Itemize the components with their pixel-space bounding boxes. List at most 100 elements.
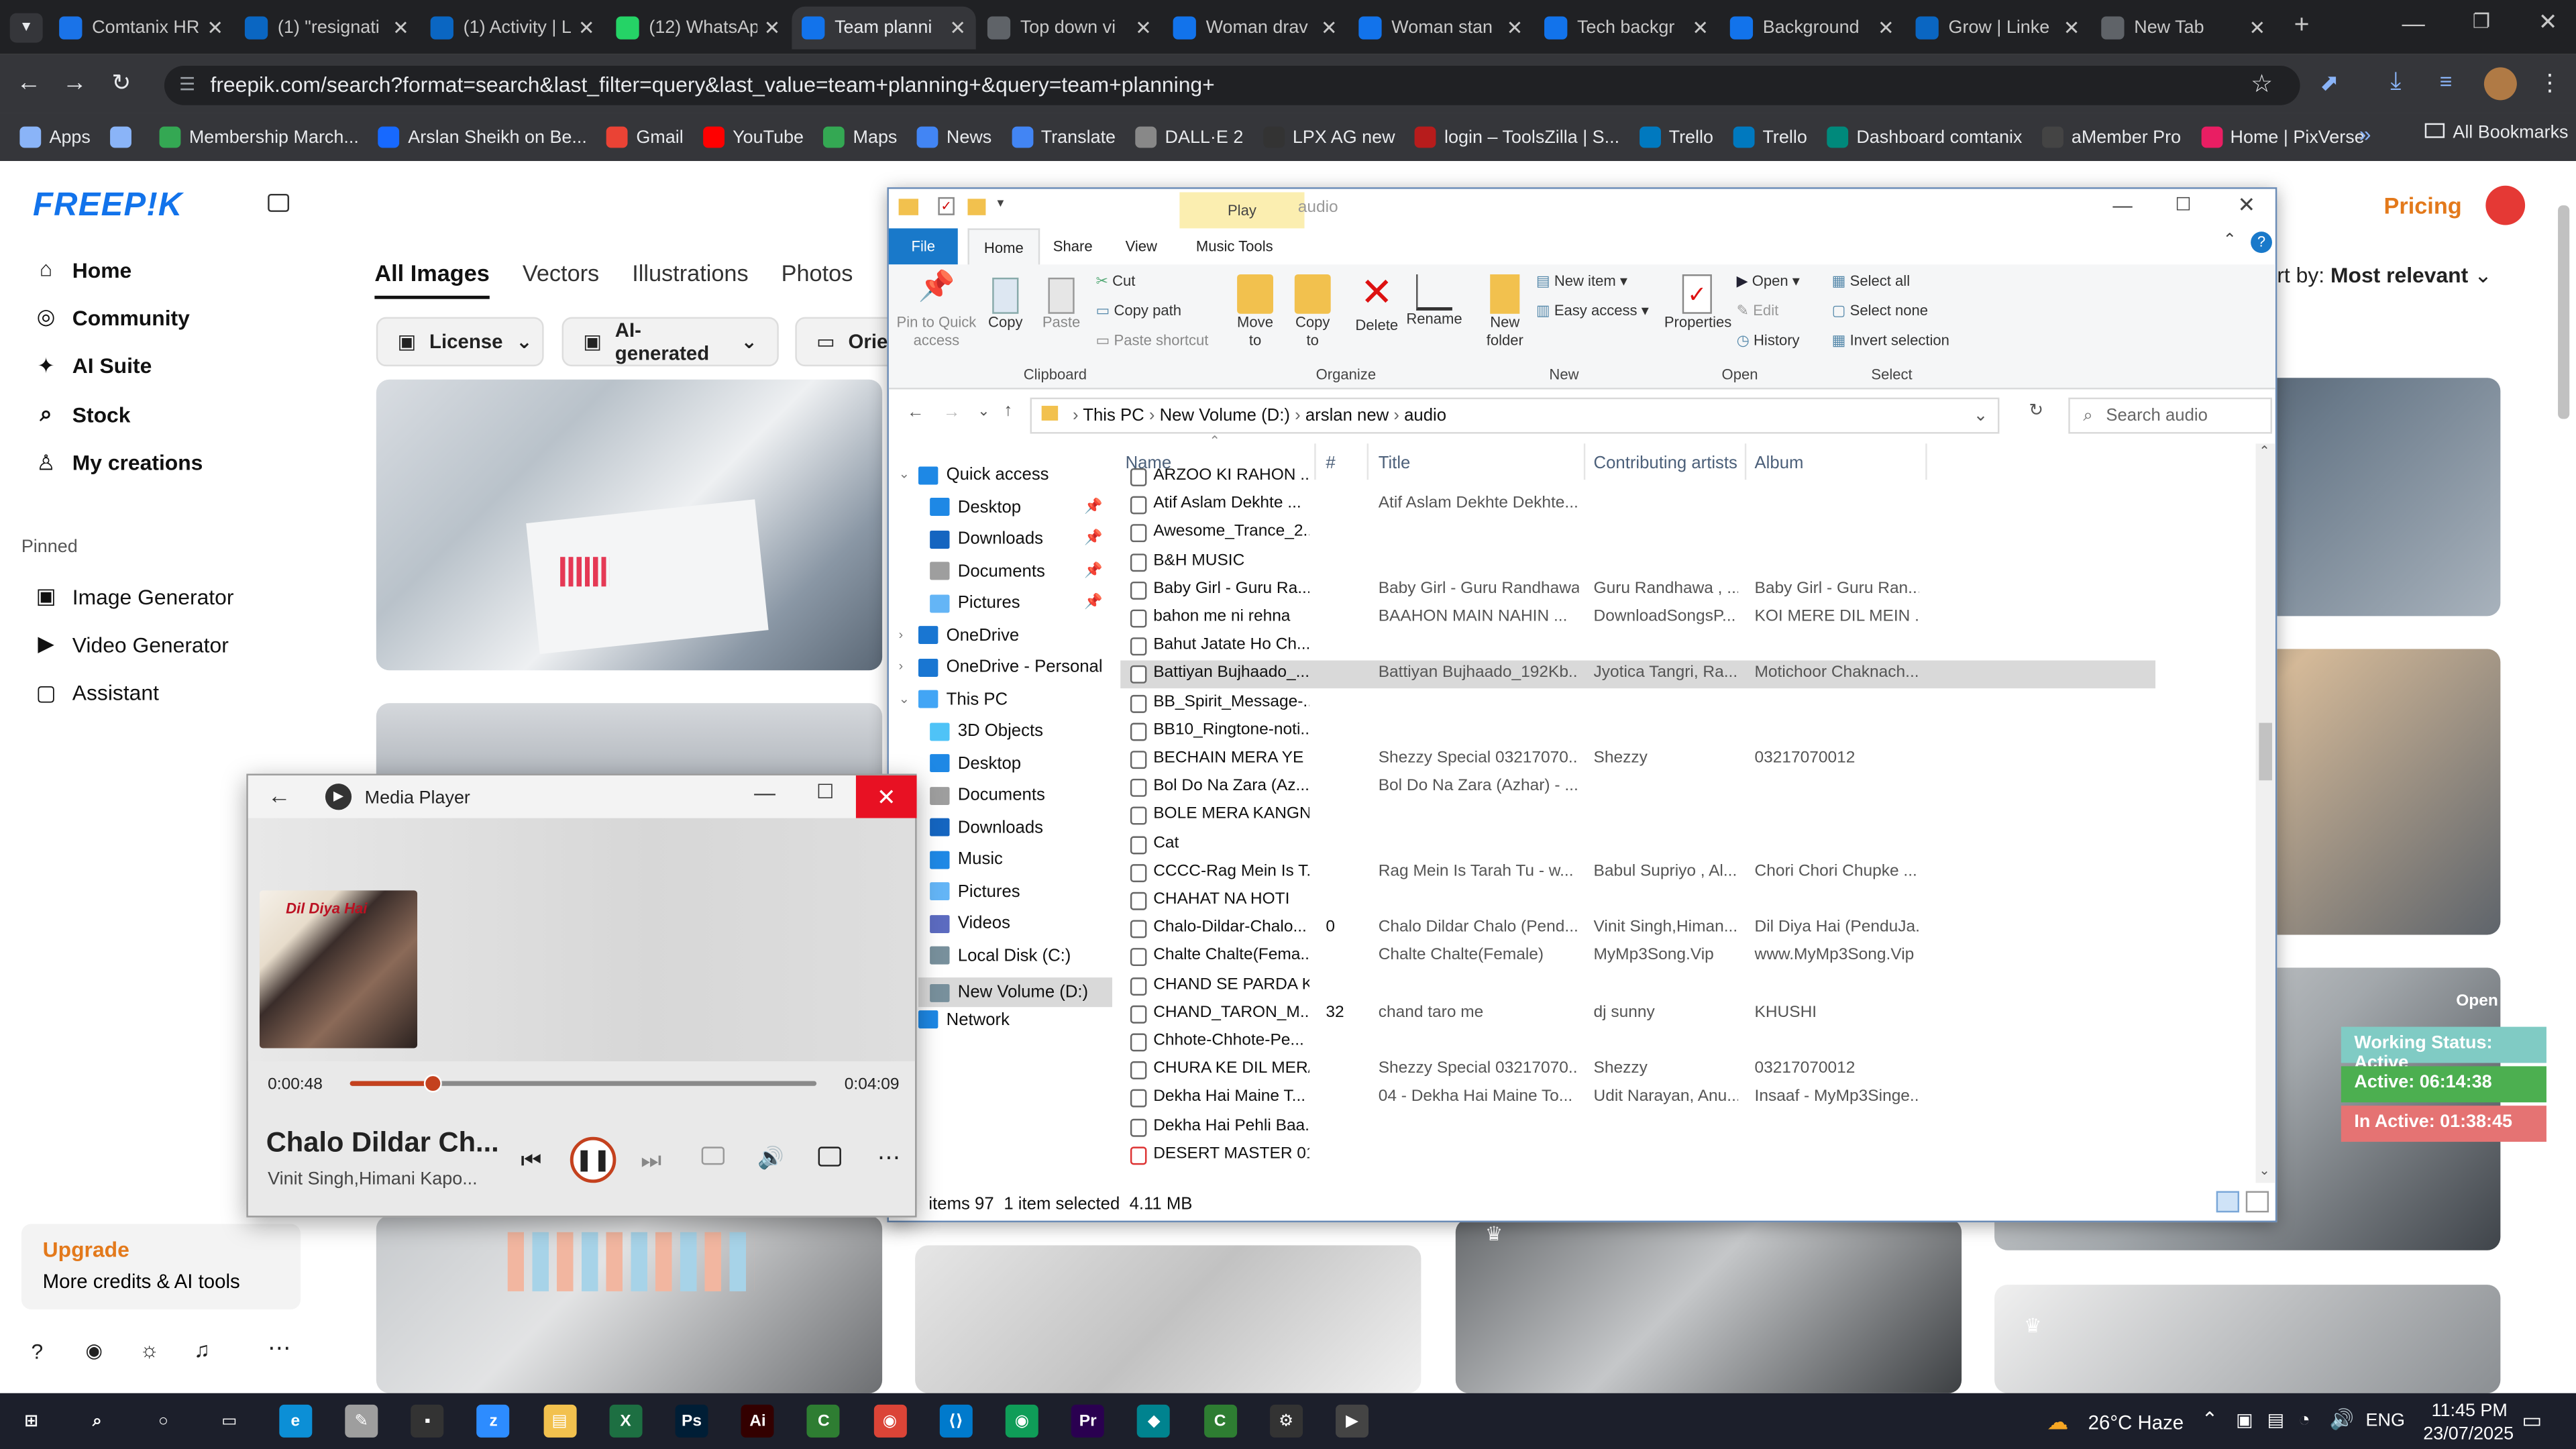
scroll-thumb[interactable]: [2259, 722, 2272, 781]
edit-button[interactable]: ✎ Edit: [1737, 303, 1779, 321]
close-tab-icon[interactable]: ✕: [207, 16, 223, 39]
task-view-icon[interactable]: ▭: [213, 1405, 246, 1438]
seek-bar[interactable]: [350, 1074, 817, 1093]
play-contextual-tab[interactable]: Play: [1179, 192, 1305, 229]
copy-button[interactable]: Copy: [984, 277, 1027, 332]
language-indicator[interactable]: ENG: [2366, 1411, 2405, 1431]
nav-pane-item[interactable]: Music: [930, 849, 1003, 869]
open-app-link[interactable]: Open App ↗: [2456, 992, 2552, 1010]
tab-share[interactable]: Share: [1053, 228, 1093, 264]
media-player-icon[interactable]: ▶: [1336, 1404, 1369, 1438]
downloads-icon[interactable]: ⤓: [2390, 67, 2401, 95]
chrome-icon[interactable]: ◉: [873, 1404, 906, 1438]
close-tab-icon[interactable]: ✕: [2063, 16, 2080, 39]
maximize-icon[interactable]: ☐: [816, 780, 834, 803]
bookmark-item[interactable]: DALL·E 2: [1135, 126, 1243, 148]
qat-folder-icon[interactable]: [898, 199, 918, 215]
close-tab-icon[interactable]: ✕: [1507, 16, 1523, 39]
minimize-icon[interactable]: —: [754, 780, 775, 805]
miniplayer-icon[interactable]: [818, 1146, 841, 1167]
seek-thumb[interactable]: [423, 1074, 442, 1093]
easy-access-button[interactable]: ▥ Easy access ▾: [1536, 303, 1649, 321]
back-icon[interactable]: ←: [907, 402, 924, 422]
file-row[interactable]: DESERT MASTER 01: [1120, 1142, 2155, 1170]
copy-path-button[interactable]: ▭ Copy path: [1095, 303, 1181, 321]
pinned-item-assistant[interactable]: ▢ Assistant: [33, 680, 158, 706]
zoom-icon[interactable]: z: [477, 1404, 511, 1438]
camtasia-icon[interactable]: C: [807, 1404, 841, 1438]
file-row[interactable]: CHAND_TARON_M... 32 chand taro me dj sunny K…: [1120, 1000, 2155, 1028]
nav-pane-item[interactable]: New Volume (D:): [918, 977, 1112, 1008]
forward-icon[interactable]: →: [943, 402, 961, 422]
file-row[interactable]: BECHAIN MERA YE ... Shezzy Special 032170…: [1120, 746, 2155, 774]
expand-chevron-icon[interactable]: ›: [899, 659, 904, 674]
file-row[interactable]: Bol Do Na Zara (Az... Bol Do Na Zara (Azh…: [1120, 774, 2155, 802]
theme-icon[interactable]: ☼: [140, 1337, 159, 1362]
pinned-item-video-generator[interactable]: ▶ Video Generator: [33, 631, 229, 657]
album-art[interactable]: Dil Diya Hai: [259, 890, 418, 1049]
result-image[interactable]: [915, 1245, 1421, 1393]
pause-button[interactable]: ❚❚: [570, 1136, 616, 1183]
tab-all-images[interactable]: All Images: [374, 260, 490, 299]
excel-icon[interactable]: X: [609, 1404, 643, 1438]
bookmark-item[interactable]: Translate: [1011, 126, 1116, 148]
breadcrumb-this-pc[interactable]: This PC: [1083, 406, 1144, 425]
file-row[interactable]: CCCC-Rag Mein Is T... Rag Mein Is Tarah T…: [1120, 859, 2155, 887]
tab-search-button[interactable]: ▾: [9, 13, 43, 43]
delete-button[interactable]: ✕ Delete: [1352, 271, 1401, 335]
camtasia2-icon[interactable]: C: [1203, 1404, 1237, 1438]
nav-pane-item[interactable]: Downloads: [930, 817, 1043, 837]
discord-icon[interactable]: ◉: [85, 1339, 103, 1362]
network-icon[interactable]: ▤: [2267, 1409, 2284, 1431]
volume-tray-icon[interactable]: 🔊: [2330, 1408, 2355, 1431]
profile-avatar[interactable]: [2483, 67, 2517, 101]
app-icon[interactable]: ◆: [1137, 1404, 1171, 1438]
file-row[interactable]: CHURA KE DIL MERA Shezzy Special 03217070…: [1120, 1057, 2155, 1085]
sidebar-item-ai-suite[interactable]: ✦ AI Suite: [33, 353, 152, 379]
tab-file[interactable]: File: [888, 228, 958, 265]
invert-selection-button[interactable]: ▦ Invert selection: [1832, 332, 1949, 350]
site-info-icon[interactable]: ☰: [179, 66, 195, 105]
close-tab-icon[interactable]: ✕: [764, 16, 781, 39]
next-icon[interactable]: ⏭: [641, 1146, 661, 1175]
premiere-icon[interactable]: Pr: [1071, 1404, 1105, 1438]
nav-pane-item[interactable]: Documents: [930, 786, 1045, 805]
scroll-down-icon[interactable]: ⌄: [2259, 1163, 2269, 1178]
breadcrumb-audio[interactable]: audio: [1404, 406, 1446, 425]
file-row[interactable]: BB10_Ringtone-noti...: [1120, 718, 2155, 746]
vscode-icon[interactable]: ⟨⟩: [939, 1404, 973, 1438]
file-row[interactable]: Battiyan Bujhaado_... Battiyan Bujhaado_1…: [1120, 661, 2156, 690]
breadcrumb-volume[interactable]: New Volume (D:): [1160, 406, 1290, 425]
close-tab-icon[interactable]: ✕: [1878, 16, 1894, 39]
expand-chevron-icon[interactable]: ⌄: [899, 691, 910, 706]
maximize-icon[interactable]: ☐: [2175, 194, 2191, 215]
copy-to-button[interactable]: Copy to: [1288, 274, 1337, 350]
tab-vectors[interactable]: Vectors: [523, 260, 599, 299]
nav-pane-item[interactable]: Pictures 📌: [930, 593, 1103, 612]
file-explorer-icon[interactable]: ▤: [543, 1404, 576, 1438]
pin-quick-access-button[interactable]: 📌 Pin to Quick access: [896, 271, 977, 350]
photoshop-icon[interactable]: Ps: [675, 1404, 708, 1438]
terminal-icon[interactable]: ▪: [411, 1404, 444, 1438]
upgrade-card[interactable]: Upgrade More credits & AI tools: [21, 1224, 301, 1309]
more-icon[interactable]: ⋯: [268, 1334, 290, 1362]
close-tab-icon[interactable]: ✕: [578, 16, 595, 39]
refresh-icon[interactable]: ↻: [2029, 401, 2044, 421]
all-bookmarks[interactable]: All Bookmarks: [2424, 123, 2569, 143]
notification-center-icon[interactable]: ▭: [2522, 1408, 2542, 1434]
pinned-item-image-generator[interactable]: ▣ Image Generator: [33, 583, 233, 609]
paste-shortcut-button[interactable]: ▭ Paste shortcut: [1095, 332, 1208, 350]
collapse-ribbon-icon[interactable]: ⌃: [2222, 231, 2237, 250]
bookmark-item[interactable]: Gmail: [606, 126, 684, 148]
qat-newfolder-icon[interactable]: [967, 199, 986, 215]
sidebar-item-my-creations[interactable]: ♙ My creations: [33, 449, 203, 476]
file-row[interactable]: CHAHAT NA HOTI: [1120, 887, 2155, 915]
browser-tab[interactable]: Comtanix HR ✕: [49, 7, 233, 50]
browser-tab[interactable]: Team planni ✕: [792, 6, 976, 50]
nav-pane-item[interactable]: Videos: [930, 914, 1010, 933]
nav-pane-item[interactable]: Desktop 📌: [930, 497, 1103, 517]
filter-ai-generated[interactable]: ▣ AI-generated ⌄: [561, 317, 779, 367]
pricing-link[interactable]: Pricing: [2383, 193, 2461, 219]
qat-properties-icon[interactable]: ✓: [938, 197, 955, 215]
chrome-menu-icon[interactable]: ⋮: [2538, 69, 2561, 97]
